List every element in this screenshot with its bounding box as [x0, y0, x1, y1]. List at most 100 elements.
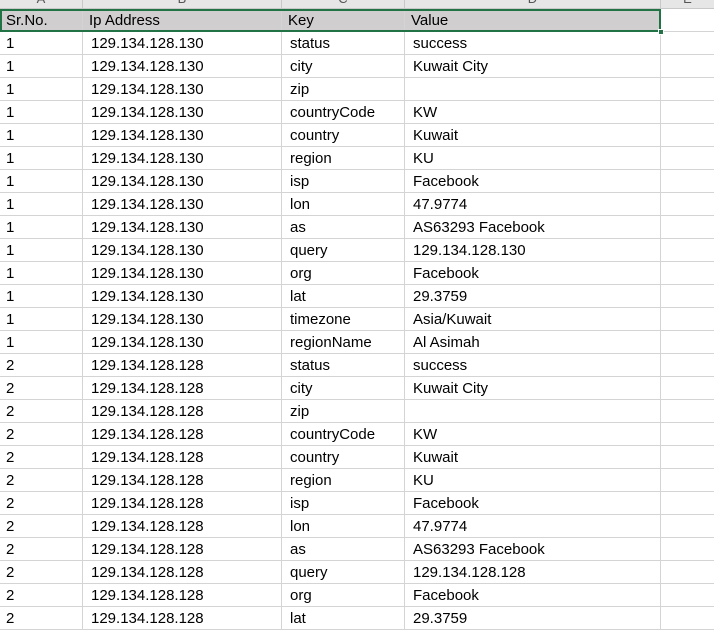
cell-key[interactable]: region	[282, 469, 405, 492]
cell-sr-no[interactable]: 2	[0, 538, 83, 561]
cell-key[interactable]: status	[282, 32, 405, 55]
cell-ip-address[interactable]: 129.134.128.128	[83, 607, 282, 630]
cell-sr-no[interactable]: 2	[0, 377, 83, 400]
cell-value[interactable]: AS63293 Facebook	[405, 538, 661, 561]
header-cell-sr-no[interactable]: Sr.No.	[0, 9, 83, 32]
cell-value[interactable]	[405, 78, 661, 101]
cell-value[interactable]: Kuwait City	[405, 377, 661, 400]
cell-key[interactable]: city	[282, 377, 405, 400]
cell-sr-no[interactable]: 2	[0, 492, 83, 515]
cell-value[interactable]: Kuwait City	[405, 55, 661, 78]
empty-cell[interactable]	[661, 239, 714, 262]
cell-ip-address[interactable]: 129.134.128.128	[83, 423, 282, 446]
cell-key[interactable]: lon	[282, 193, 405, 216]
cell-key[interactable]: city	[282, 55, 405, 78]
column-letter-d[interactable]: D	[405, 0, 661, 8]
cell-key[interactable]: lon	[282, 515, 405, 538]
cell-value[interactable]: Kuwait	[405, 124, 661, 147]
cell-ip-address[interactable]: 129.134.128.128	[83, 492, 282, 515]
cell-value[interactable]: KU	[405, 147, 661, 170]
empty-cell[interactable]	[661, 262, 714, 285]
cell-sr-no[interactable]: 2	[0, 515, 83, 538]
empty-cell[interactable]	[661, 193, 714, 216]
empty-cell[interactable]	[661, 331, 714, 354]
cell-value[interactable]: Kuwait	[405, 446, 661, 469]
cell-ip-address[interactable]: 129.134.128.130	[83, 239, 282, 262]
cell-key[interactable]: zip	[282, 78, 405, 101]
empty-cell[interactable]	[661, 285, 714, 308]
fill-handle[interactable]	[658, 29, 664, 35]
empty-cell[interactable]	[661, 584, 714, 607]
empty-cell[interactable]	[661, 78, 714, 101]
cell-ip-address[interactable]: 129.134.128.130	[83, 124, 282, 147]
cell-value[interactable]: success	[405, 354, 661, 377]
cell-key[interactable]: country	[282, 124, 405, 147]
empty-cell[interactable]	[661, 170, 714, 193]
cell-value[interactable]: KW	[405, 101, 661, 124]
cell-ip-address[interactable]: 129.134.128.130	[83, 147, 282, 170]
cell-key[interactable]: query	[282, 239, 405, 262]
empty-cell[interactable]	[661, 308, 714, 331]
empty-cell[interactable]	[661, 32, 714, 55]
empty-cell[interactable]	[661, 469, 714, 492]
cell-ip-address[interactable]: 129.134.128.128	[83, 561, 282, 584]
cell-key[interactable]: lat	[282, 285, 405, 308]
cell-ip-address[interactable]: 129.134.128.128	[83, 538, 282, 561]
cell-key[interactable]: countryCode	[282, 423, 405, 446]
cell-value[interactable]: 47.9774	[405, 515, 661, 538]
empty-cell[interactable]	[661, 147, 714, 170]
cell-key[interactable]: regionName	[282, 331, 405, 354]
cell-ip-address[interactable]: 129.134.128.128	[83, 446, 282, 469]
cell-sr-no[interactable]: 1	[0, 331, 83, 354]
cell-sr-no[interactable]: 2	[0, 354, 83, 377]
cell-ip-address[interactable]: 129.134.128.130	[83, 101, 282, 124]
cell-key[interactable]: country	[282, 446, 405, 469]
cell-key[interactable]: query	[282, 561, 405, 584]
cell-key[interactable]: isp	[282, 170, 405, 193]
empty-cell[interactable]	[661, 515, 714, 538]
cell-ip-address[interactable]: 129.134.128.130	[83, 262, 282, 285]
cell-value[interactable]: success	[405, 32, 661, 55]
cell-key[interactable]: zip	[282, 400, 405, 423]
empty-cell[interactable]	[661, 400, 714, 423]
cell-key[interactable]: lat	[282, 607, 405, 630]
header-cell-key[interactable]: Key	[282, 9, 405, 32]
cell-ip-address[interactable]: 129.134.128.130	[83, 170, 282, 193]
cell-key[interactable]: as	[282, 538, 405, 561]
empty-cell[interactable]	[661, 423, 714, 446]
cell-ip-address[interactable]: 129.134.128.128	[83, 354, 282, 377]
empty-cell[interactable]	[661, 354, 714, 377]
column-letter-a[interactable]: A	[0, 0, 83, 8]
cell-sr-no[interactable]: 1	[0, 101, 83, 124]
cell-ip-address[interactable]: 129.134.128.130	[83, 55, 282, 78]
cell-value[interactable]: Facebook	[405, 492, 661, 515]
cell-sr-no[interactable]: 1	[0, 147, 83, 170]
cell-sr-no[interactable]: 2	[0, 400, 83, 423]
cell-ip-address[interactable]: 129.134.128.128	[83, 400, 282, 423]
cell-value[interactable]: AS63293 Facebook	[405, 216, 661, 239]
cell-key[interactable]: status	[282, 354, 405, 377]
cell-ip-address[interactable]: 129.134.128.130	[83, 32, 282, 55]
cell-sr-no[interactable]: 2	[0, 423, 83, 446]
cell-sr-no[interactable]: 1	[0, 170, 83, 193]
cell-value[interactable]: KW	[405, 423, 661, 446]
empty-cell[interactable]	[661, 377, 714, 400]
cell-sr-no[interactable]: 2	[0, 561, 83, 584]
cell-ip-address[interactable]: 129.134.128.128	[83, 584, 282, 607]
cell-value[interactable]: 129.134.128.130	[405, 239, 661, 262]
cell-value[interactable]: 129.134.128.128	[405, 561, 661, 584]
empty-cell[interactable]	[661, 124, 714, 147]
cell-sr-no[interactable]: 1	[0, 78, 83, 101]
cell-sr-no[interactable]: 1	[0, 285, 83, 308]
cell-ip-address[interactable]: 129.134.128.130	[83, 308, 282, 331]
cell-key[interactable]: countryCode	[282, 101, 405, 124]
cell-sr-no[interactable]: 2	[0, 469, 83, 492]
empty-cell[interactable]	[661, 561, 714, 584]
cell-ip-address[interactable]: 129.134.128.130	[83, 193, 282, 216]
cell-value[interactable]: Asia/Kuwait	[405, 308, 661, 331]
cell-key[interactable]: org	[282, 262, 405, 285]
cell-key[interactable]: timezone	[282, 308, 405, 331]
cell-value[interactable]: 29.3759	[405, 285, 661, 308]
cell-value[interactable]: Al Asimah	[405, 331, 661, 354]
empty-cell[interactable]	[661, 55, 714, 78]
